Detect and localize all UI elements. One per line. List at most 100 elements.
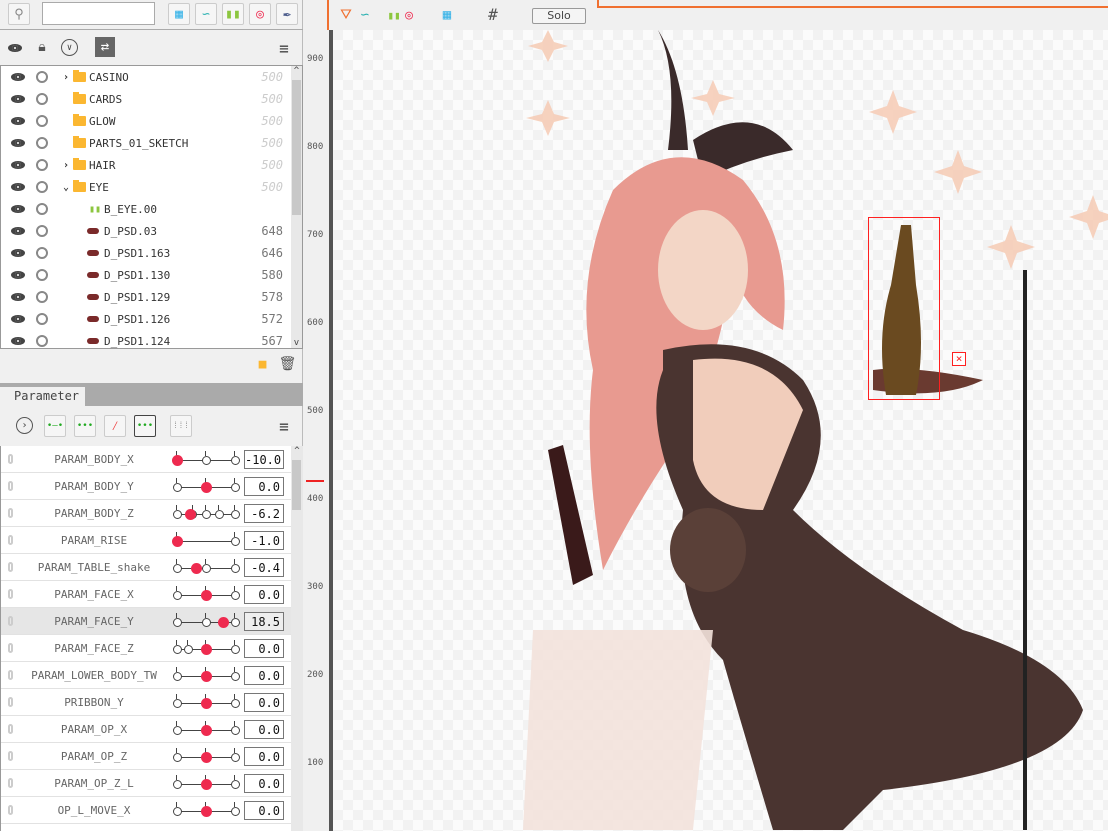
keyform-point[interactable] [172, 694, 182, 708]
slider-handle[interactable] [217, 617, 229, 628]
parameter-scrollbar[interactable]: ^ [291, 446, 303, 831]
parameter-row[interactable]: PARAM_FACE_Z 0.0 [1, 635, 291, 662]
keyform-point[interactable] [230, 451, 240, 465]
eye-icon[interactable] [11, 205, 25, 213]
search-toggle-button[interactable]: ⚲ [8, 3, 30, 25]
part-row[interactable]: D_PSD1.126 572 [1, 308, 291, 330]
parameter-slider[interactable] [171, 532, 240, 547]
parameter-slider[interactable] [172, 667, 240, 682]
slider-handle[interactable] [200, 752, 212, 763]
parts-scroll-thumb[interactable] [292, 80, 301, 215]
keyform-point[interactable] [172, 721, 182, 735]
link-icon[interactable] [8, 454, 13, 464]
parameter-slider[interactable] [172, 802, 240, 817]
slider-handle[interactable] [200, 725, 212, 736]
parameter-value-input[interactable]: 0.0 [244, 477, 284, 496]
slider-handle[interactable] [200, 482, 212, 493]
link-icon[interactable] [8, 589, 13, 599]
slider-handle[interactable] [171, 455, 183, 466]
keyform-point[interactable] [201, 559, 211, 573]
link-icon[interactable] [8, 697, 13, 707]
curve-filter-button[interactable]: ∽ [195, 3, 217, 25]
parameter-value-input[interactable]: 18.5 [244, 612, 284, 631]
swap-button[interactable]: ⇄ [95, 37, 115, 57]
link-icon[interactable] [8, 643, 13, 653]
lock-toggle[interactable] [36, 181, 48, 193]
keyform-point[interactable] [172, 748, 182, 762]
rotation-button[interactable]: ◎ [401, 6, 417, 24]
keyform-point[interactable] [201, 613, 211, 627]
keyform-point[interactable] [230, 613, 240, 627]
part-row[interactable]: D_PSD.03 648 [1, 220, 291, 242]
keyform-point[interactable] [172, 667, 182, 681]
parameter-slider[interactable] [172, 586, 240, 601]
expand-button[interactable]: › [16, 417, 33, 434]
parameter-row[interactable]: PARAM_FACE_X 0.0 [1, 581, 291, 608]
parameter-row[interactable]: PARAM_BODY_Z -6.2 [1, 500, 291, 527]
keyform-point[interactable] [230, 802, 240, 816]
warp-deformer-button[interactable]: ▦ [438, 6, 456, 24]
parameter-value-input[interactable]: 0.0 [244, 639, 284, 658]
lock-toggle[interactable] [36, 247, 48, 259]
parameter-row[interactable]: PARAM_OP_X 0.0 [1, 716, 291, 743]
parameter-slider[interactable] [172, 559, 240, 574]
pen-filter-button[interactable]: ✒ [276, 3, 298, 25]
keyform-point[interactable] [201, 505, 211, 519]
glue-button[interactable]: ▮▮ [387, 6, 401, 24]
parameter-value-input[interactable]: -10.0 [244, 450, 284, 469]
parameter-slider[interactable] [172, 748, 240, 763]
parameter-slider[interactable] [172, 613, 240, 628]
keyform-point[interactable] [172, 505, 182, 519]
link-icon[interactable] [8, 778, 13, 788]
parameter-row[interactable]: PARAM_TABLE_shake -0.4 [1, 554, 291, 581]
selection-bounding-box[interactable] [868, 217, 940, 400]
parameter-row[interactable]: PARAM_LOWER_BODY_TW 0.0 [1, 662, 291, 689]
keyform-point[interactable] [172, 586, 182, 600]
parts-scrollbar[interactable]: ^ v [291, 66, 302, 348]
part-row[interactable]: D_PSD1.130 580 [1, 264, 291, 286]
lock-toggle[interactable] [36, 225, 48, 237]
key-panel-button[interactable]: ••• [134, 415, 156, 437]
parameter-slider[interactable] [172, 505, 240, 520]
parameter-slider[interactable] [172, 640, 240, 655]
parts-menu-button[interactable]: ≡ [276, 39, 292, 58]
keyform-point[interactable] [172, 478, 182, 492]
lock-toggle[interactable] [36, 71, 48, 83]
link-icon[interactable] [8, 481, 13, 491]
part-row[interactable]: D_PSD1.163 646 [1, 242, 291, 264]
eye-icon[interactable] [11, 249, 25, 257]
parameter-row[interactable]: PARAM_OP_Z 0.0 [1, 743, 291, 770]
parameter-value-input[interactable]: 0.0 [244, 720, 284, 739]
lock-toggle[interactable] [36, 159, 48, 171]
slider-handle[interactable] [200, 671, 212, 682]
keyform-point[interactable] [230, 694, 240, 708]
keyform-point[interactable] [183, 640, 193, 654]
parameter-value-input[interactable]: 0.0 [244, 693, 284, 712]
parameter-row[interactable]: PARAM_FACE_Y 18.5 [1, 608, 291, 635]
new-folder-button[interactable]: ■ [255, 357, 270, 372]
part-row[interactable]: GLOW 500 [1, 110, 291, 132]
parts-search-input[interactable] [42, 2, 155, 25]
keyform-point[interactable] [172, 640, 182, 654]
rotation-deformer-filter-button[interactable]: ◎ [249, 3, 271, 25]
eye-icon[interactable] [11, 117, 25, 125]
lock-toggle[interactable] [36, 115, 48, 127]
slider-handle[interactable] [200, 806, 212, 817]
lock-toggle[interactable] [36, 313, 48, 325]
keyform-point[interactable] [172, 559, 182, 573]
keyform-point[interactable] [172, 775, 182, 789]
scroll-down-icon[interactable]: v [291, 338, 302, 348]
part-row[interactable]: D_PSD1.124 567 [1, 330, 291, 348]
eye-icon[interactable] [11, 315, 25, 323]
eye-icon[interactable] [11, 139, 25, 147]
parameter-value-input[interactable]: 0.0 [244, 585, 284, 604]
add-two-keys-button[interactable]: •–• [44, 415, 66, 437]
keyform-point[interactable] [230, 532, 240, 546]
link-icon[interactable] [8, 616, 13, 626]
part-row[interactable]: › CASINO 500 [1, 66, 291, 88]
selection-close-icon[interactable]: × [952, 352, 966, 366]
curve-button[interactable]: ∽ [356, 6, 374, 24]
part-row[interactable]: ▮▮ B_EYE.00 [1, 198, 291, 220]
part-row[interactable]: CARDS 500 [1, 88, 291, 110]
link-icon[interactable] [8, 508, 13, 518]
